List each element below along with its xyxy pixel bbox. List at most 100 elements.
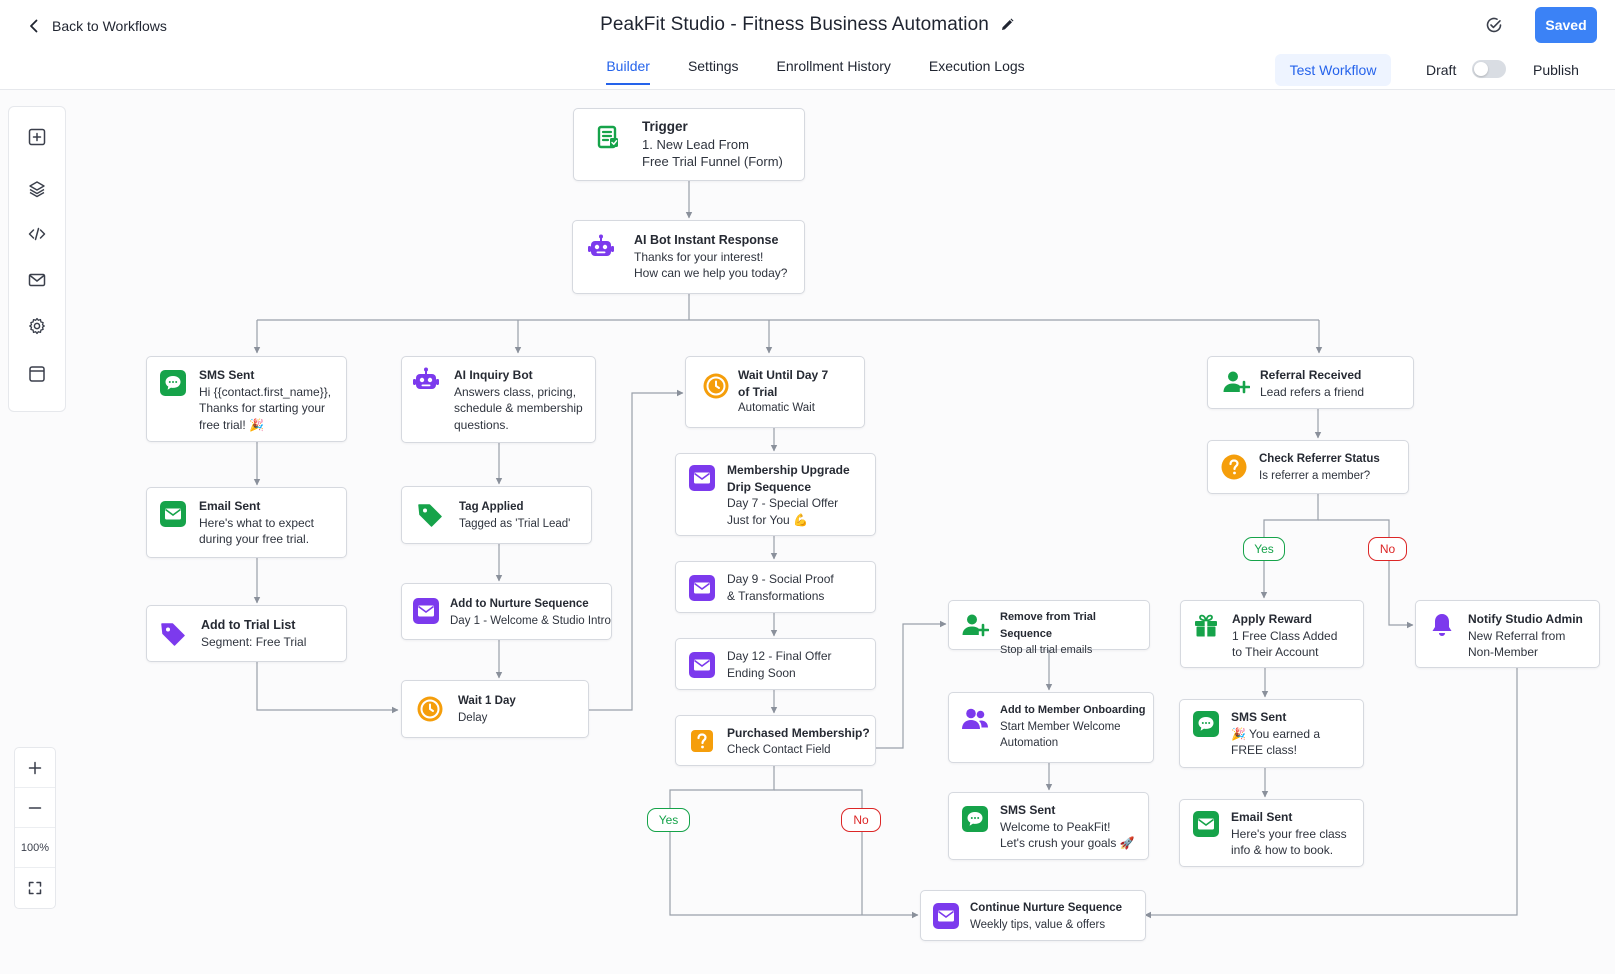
tab-enrollment-history[interactable]: Enrollment History	[777, 58, 891, 85]
envelope-icon	[159, 500, 187, 528]
add-to-member-onboarding-node[interactable]: Add to Member Onboarding Start Member We…	[948, 692, 1154, 763]
settings-tool[interactable]	[25, 314, 49, 338]
chevron-left-icon	[30, 19, 38, 33]
node-title: Email Sent	[1231, 810, 1293, 824]
question-icon	[688, 727, 716, 755]
branch-yes-label: Yes	[1243, 537, 1285, 561]
add-to-nurture-sequence-node[interactable]: Add to Nurture Sequence Day 1 - Welcome …	[401, 583, 612, 640]
day-9-email-node[interactable]: Day 9 - Social Proof & Transformations	[675, 561, 876, 613]
node-title: Wait Until Day 7 of Trial	[738, 368, 829, 399]
code-tool[interactable]	[25, 222, 49, 246]
node-title: Email Sent	[199, 499, 261, 513]
check-referrer-status-node[interactable]: Check Referrer Status Is referrer a memb…	[1207, 440, 1409, 494]
node-title: Remove from Trial Sequence	[1000, 611, 1096, 640]
back-to-workflows-link[interactable]: Back to Workflows	[26, 16, 167, 36]
node-description: Delay	[458, 711, 488, 724]
layers-icon	[29, 181, 45, 198]
code-icon	[28, 227, 46, 241]
tag-icon	[159, 620, 187, 648]
node-title: AI Bot Instant Response	[634, 233, 779, 247]
node-title: Apply Reward	[1232, 612, 1313, 626]
layers-tool[interactable]	[25, 177, 49, 201]
check-circle-icon[interactable]	[1484, 15, 1504, 35]
email-sent-reward-node[interactable]: Email Sent Here's your free class info &…	[1179, 799, 1364, 867]
node-title: Referral Received	[1260, 368, 1362, 382]
node-description: 🎉 You earned a FREE class!	[1231, 726, 1321, 758]
add-to-trial-list-node[interactable]: Add to Trial List Segment: Free Trial	[146, 605, 347, 662]
node-title: Membership Upgrade Drip Sequence	[727, 463, 850, 494]
gift-icon	[1192, 611, 1220, 639]
side-toolbar	[8, 106, 66, 412]
branch-no-label: No	[841, 808, 881, 832]
test-workflow-button[interactable]: Test Workflow	[1275, 54, 1391, 86]
panel-icon	[29, 366, 45, 382]
node-title: SMS Sent	[1231, 710, 1287, 724]
node-description: Tagged as 'Trial Lead'	[459, 517, 571, 530]
workflow-title: PeakFit Studio - Fitness Business Automa…	[600, 14, 989, 35]
bell-icon	[1428, 611, 1456, 639]
remove-from-trial-sequence-node[interactable]: Remove from Trial Sequence Stop all tria…	[948, 600, 1150, 656]
fit-view-button[interactable]	[15, 868, 55, 908]
node-title: Add to Member Onboarding	[1000, 704, 1146, 716]
back-label: Back to Workflows	[52, 18, 167, 34]
continue-nurture-sequence-node[interactable]: Continue Nurture Sequence Weekly tips, v…	[920, 890, 1146, 941]
referral-received-node[interactable]: Referral Received Lead refers a friend	[1207, 356, 1414, 409]
node-description: Lead refers a friend	[1260, 384, 1365, 399]
form-icon	[594, 123, 622, 151]
apply-reward-node[interactable]: Apply Reward 1 Free Class Added to Their…	[1180, 600, 1364, 668]
top-bar: Back to Workflows PeakFit Studio - Fitne…	[0, 0, 1615, 90]
ai-inquiry-bot-node[interactable]: AI Inquiry Bot Answers class, pricing, s…	[401, 356, 596, 443]
wait-until-day-7-node[interactable]: Wait Until Day 7 of Trial Automatic Wait	[685, 356, 865, 428]
node-description: Start Member Welcome Automation	[1000, 720, 1121, 750]
node-description: Answers class, pricing, schedule & membe…	[454, 384, 583, 432]
zoom-in-button[interactable]	[15, 748, 55, 788]
envelope-icon	[688, 651, 716, 679]
sms-sent-reward-node[interactable]: SMS Sent 🎉 You earned a FREE class!	[1179, 699, 1364, 768]
node-description: Hi {{contact.first_name}}, Thanks for st…	[199, 384, 332, 432]
node-title: Notify Studio Admin	[1468, 612, 1583, 626]
add-node-tool[interactable]	[25, 125, 49, 149]
tab-execution-logs[interactable]: Execution Logs	[929, 58, 1025, 85]
sms-sent-welcome-node[interactable]: SMS Sent Welcome to PeakFit! Let's crush…	[948, 792, 1149, 860]
sms-sent-node[interactable]: SMS Sent Hi {{contact.first_name}}, Than…	[146, 356, 347, 442]
clock-icon	[702, 372, 730, 400]
saved-button[interactable]: Saved	[1535, 7, 1597, 43]
question-circle-icon	[1220, 453, 1248, 481]
node-description: Stop all trial emails	[1000, 644, 1093, 656]
tag-applied-node[interactable]: Tag Applied Tagged as 'Trial Lead'	[401, 486, 592, 544]
draft-label: Draft	[1426, 62, 1457, 78]
trigger-node[interactable]: Trigger 1. New Lead From Free Trial Funn…	[573, 108, 805, 181]
zoom-level: 100%	[15, 828, 55, 868]
ai-bot-response-node[interactable]: AI Bot Instant Response Thanks for your …	[572, 220, 805, 294]
node-description: Here's what to expect during your free t…	[199, 515, 315, 547]
node-description: Thanks for your interest! How can we hel…	[634, 249, 788, 281]
node-title: SMS Sent	[1000, 803, 1056, 817]
zoom-out-button[interactable]	[15, 788, 55, 828]
membership-upgrade-drip-node[interactable]: Membership Upgrade Drip Sequence Day 7 -…	[675, 453, 876, 536]
gear-icon	[29, 317, 45, 335]
node-description: Here's your free class info & how to boo…	[1231, 826, 1347, 858]
node-description: Weekly tips, value & offers	[970, 918, 1106, 931]
node-title: Trigger	[642, 119, 688, 134]
email-sent-node[interactable]: Email Sent Here's what to expect during …	[146, 487, 347, 558]
minus-icon	[28, 806, 42, 809]
node-title: Tag Applied	[459, 501, 524, 513]
publish-toggle[interactable]	[1472, 60, 1506, 78]
day-12-email-node[interactable]: Day 12 - Final Offer Ending Soon	[675, 638, 876, 690]
workflow-canvas[interactable]: Trigger 1. New Lead From Free Trial Funn…	[0, 0, 1615, 974]
wait-1-day-node[interactable]: Wait 1 Day Delay	[401, 680, 589, 738]
purchased-membership-condition-node[interactable]: Purchased Membership? Check Contact Fiel…	[675, 715, 876, 766]
notify-studio-admin-node[interactable]: Notify Studio Admin New Referral from No…	[1415, 600, 1600, 668]
node-description: Day 7 - Special Offer Just for You 💪	[727, 496, 839, 527]
edit-pencil-icon[interactable]	[999, 17, 1015, 33]
tab-builder[interactable]: Builder	[606, 58, 650, 85]
node-description: Automatic Wait	[738, 402, 815, 414]
plus-icon	[28, 761, 42, 774]
node-title: AI Inquiry Bot	[454, 368, 533, 382]
envelope-icon	[412, 597, 440, 625]
panel-tool[interactable]	[25, 362, 49, 386]
mail-tool[interactable]	[25, 268, 49, 292]
envelope-icon	[932, 902, 960, 930]
tab-settings[interactable]: Settings	[688, 58, 739, 85]
chat-bubble-icon	[159, 369, 187, 397]
